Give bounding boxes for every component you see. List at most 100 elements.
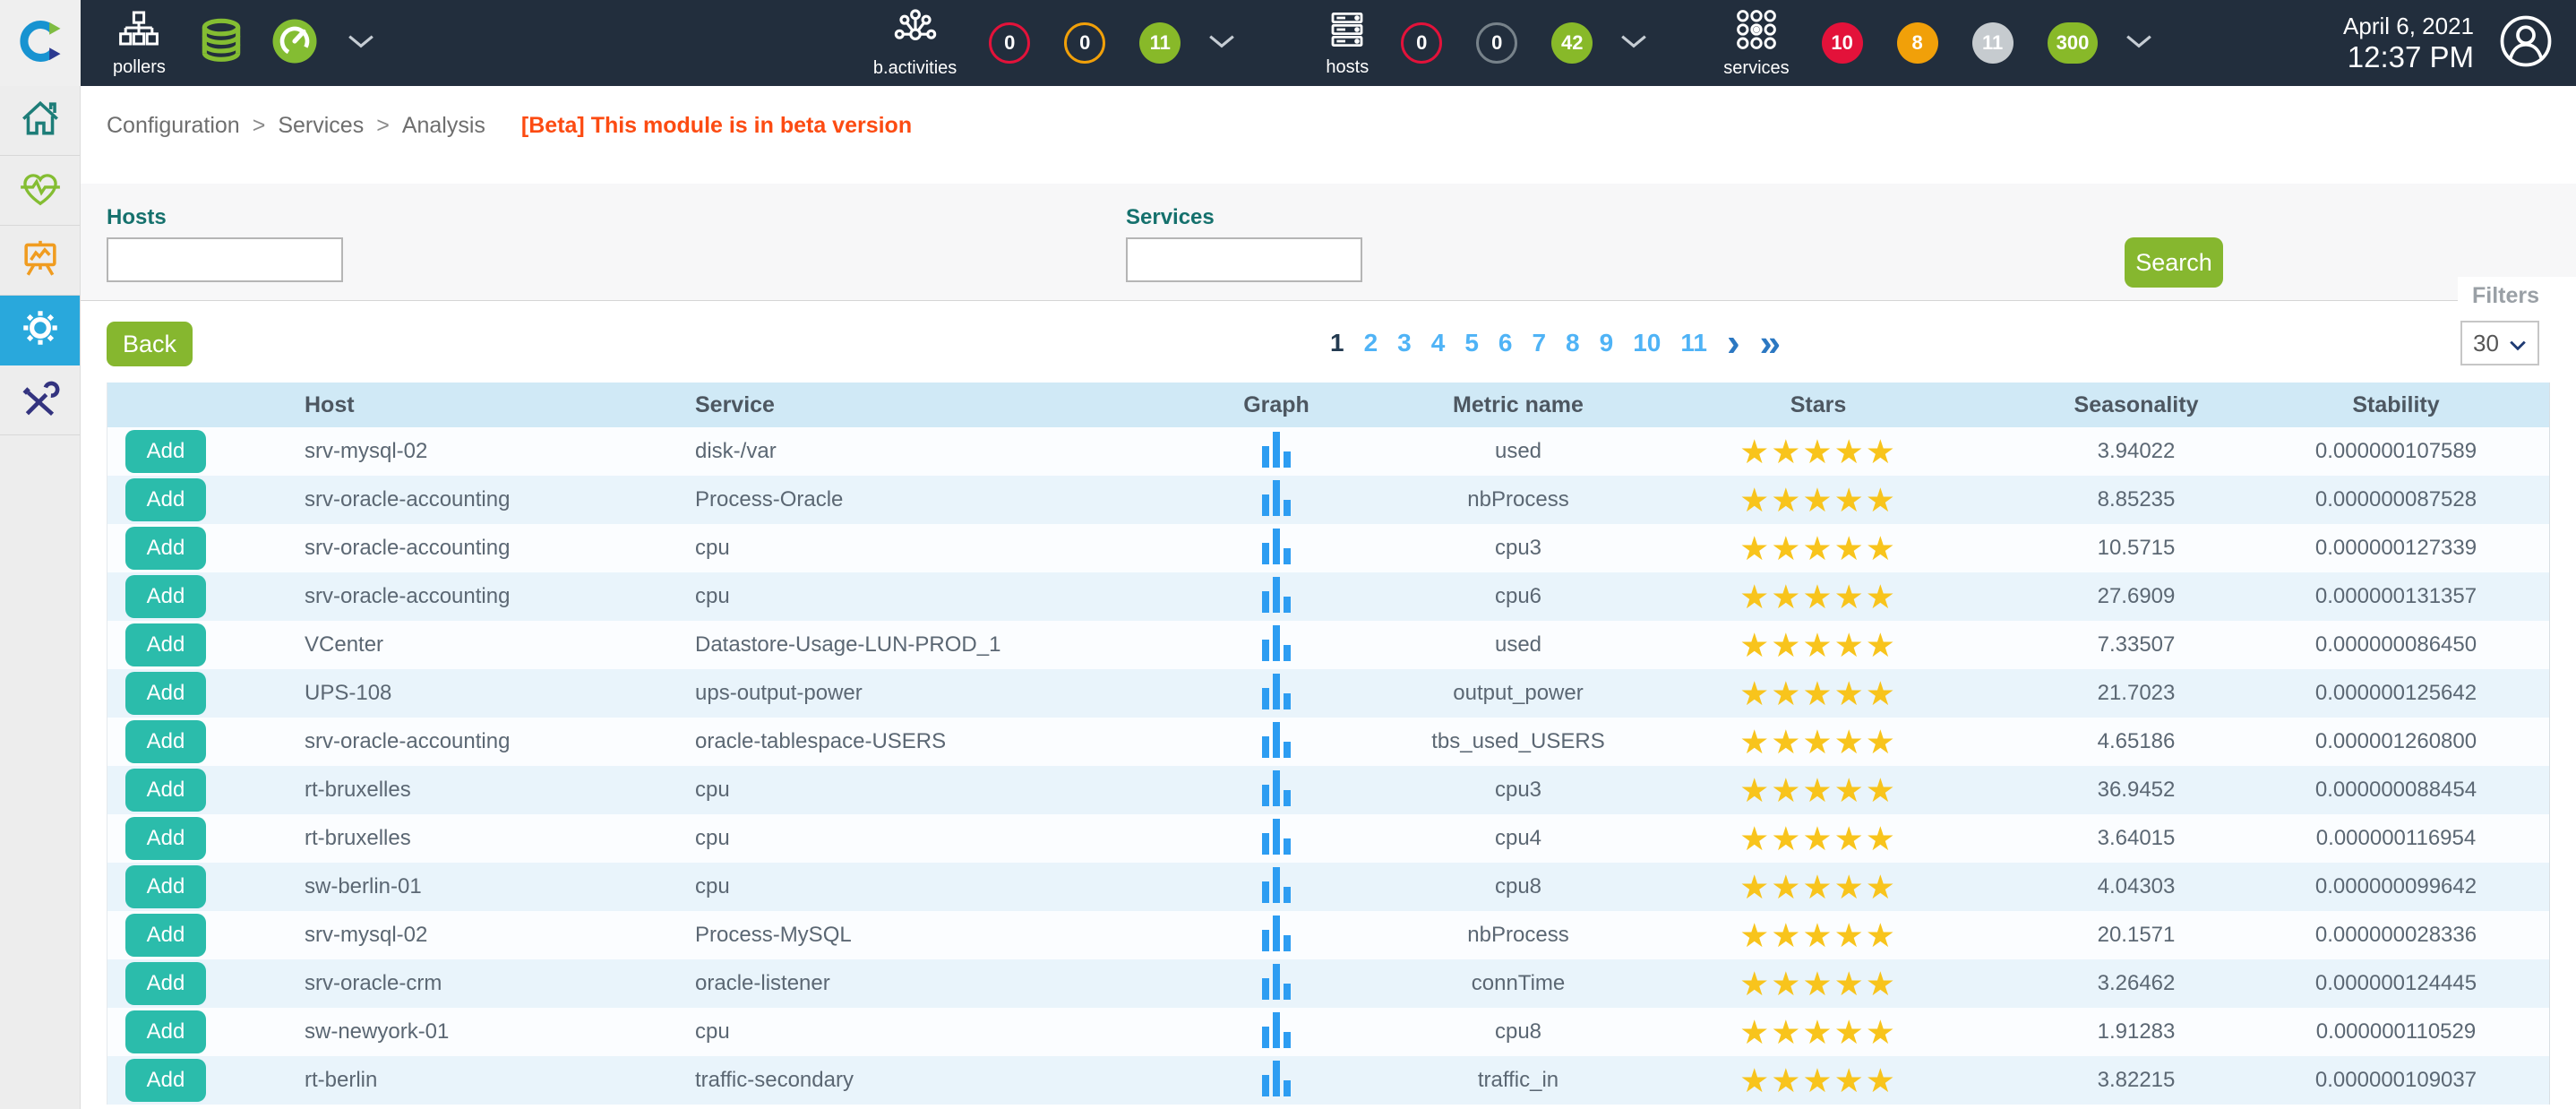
graph-bars-icon[interactable] — [1262, 478, 1291, 522]
service-cell: cpu — [645, 584, 1146, 609]
status-badge-outline-orange[interactable]: 0 — [1064, 22, 1105, 64]
graph-bars-icon[interactable] — [1262, 720, 1291, 764]
status-badge-outline-gray[interactable]: 0 — [1476, 22, 1517, 64]
hosts-chevron-down-icon[interactable] — [1619, 33, 1648, 54]
next-page-icon[interactable]: › — [1727, 325, 1740, 361]
graph-bars-icon[interactable] — [1262, 817, 1291, 861]
graph-bars-icon[interactable] — [1262, 527, 1291, 571]
graph-bars-icon[interactable] — [1262, 1059, 1291, 1103]
search-button[interactable]: Search — [2125, 237, 2223, 288]
page-link-5[interactable]: 5 — [1464, 329, 1479, 357]
poller-latency-gauge-icon[interactable] — [270, 16, 320, 71]
graph-bars-icon[interactable] — [1262, 865, 1291, 909]
topbar-pollers[interactable]: pollers — [113, 8, 166, 78]
add-button[interactable]: Add — [125, 865, 206, 908]
seasonality-cell: 3.82215 — [2006, 1068, 2266, 1093]
add-button[interactable]: Add — [125, 1059, 206, 1102]
page-link-8[interactable]: 8 — [1566, 329, 1580, 357]
add-button[interactable]: Add — [125, 1010, 206, 1053]
metric-cell: tbs_used_USERS — [1406, 729, 1630, 754]
centreon-logo[interactable] — [0, 0, 81, 86]
page-link-6[interactable]: 6 — [1498, 329, 1513, 357]
home-icon — [18, 96, 63, 145]
add-button[interactable]: Add — [125, 623, 206, 666]
page-link-4[interactable]: 4 — [1431, 329, 1446, 357]
back-button[interactable]: Back — [107, 322, 193, 366]
current-date: April 6, 2021 — [2343, 13, 2474, 40]
stability-cell: 0.000000028336 — [2266, 923, 2526, 948]
add-button[interactable]: Add — [125, 672, 206, 715]
page-link-9[interactable]: 9 — [1600, 329, 1614, 357]
breadcrumb-configuration[interactable]: Configuration — [107, 113, 240, 139]
add-button[interactable]: Add — [125, 817, 206, 860]
user-avatar-icon[interactable] — [2499, 14, 2553, 73]
sidebar-item-configuration[interactable] — [0, 296, 80, 365]
pollers-chevron-down-icon[interactable] — [347, 33, 375, 54]
last-page-icon[interactable]: » — [1760, 325, 1781, 361]
status-badge-fill-green[interactable]: 300 — [2048, 22, 2099, 64]
graph-bars-icon[interactable] — [1262, 575, 1291, 619]
poller-database-status-icon[interactable] — [196, 16, 246, 71]
sidebar-item-administration[interactable] — [0, 365, 80, 435]
filters-panel-tab[interactable]: Filters — [2458, 277, 2576, 314]
add-button[interactable]: Add — [125, 720, 206, 763]
add-button[interactable]: Add — [125, 914, 206, 957]
graph-cell — [1146, 1010, 1406, 1054]
stability-cell: 0.000001260800 — [2266, 729, 2526, 754]
page-link-10[interactable]: 10 — [1633, 329, 1661, 357]
sidebar-item-reporting[interactable] — [0, 226, 80, 296]
services-chevron-down-icon[interactable] — [2125, 33, 2153, 54]
centreon-logo-icon — [16, 17, 64, 70]
stability-cell: 0.000000125642 — [2266, 681, 2526, 706]
services-filter-input[interactable] — [1126, 237, 1362, 282]
seasonality-cell: 4.04303 — [2006, 874, 2266, 899]
status-badge-fill-gray[interactable]: 11 — [1972, 22, 2014, 64]
services-icon — [1734, 7, 1779, 56]
status-badge-fill-green[interactable]: 11 — [1139, 22, 1181, 64]
add-button[interactable]: Add — [125, 575, 206, 618]
stars-rating: ★★★★★ — [1630, 822, 2006, 855]
hosts-filter-input[interactable] — [107, 237, 343, 282]
graph-bars-icon[interactable] — [1262, 914, 1291, 958]
status-badge-fill-red[interactable]: 10 — [1822, 22, 1863, 64]
breadcrumb-services[interactable]: Services — [278, 113, 364, 139]
stars-rating: ★★★★★ — [1630, 871, 2006, 904]
graph-bars-icon[interactable] — [1262, 672, 1291, 716]
graph-bars-icon[interactable] — [1262, 1010, 1291, 1054]
page-link-7[interactable]: 7 — [1532, 329, 1546, 357]
page-size-select[interactable]: 30 — [2460, 321, 2539, 365]
breadcrumb-analysis[interactable]: Analysis — [402, 113, 485, 139]
status-badge-fill-green[interactable]: 42 — [1551, 22, 1593, 64]
graph-bars-icon[interactable] — [1262, 769, 1291, 812]
page-link-11[interactable]: 11 — [1680, 329, 1707, 357]
topbar-business-activities[interactable]: b.activities — [873, 7, 957, 79]
status-badge-outline-red[interactable]: 0 — [989, 22, 1030, 64]
business-activities-chevron-down-icon[interactable] — [1207, 33, 1236, 54]
graph-bars-icon[interactable] — [1262, 430, 1291, 474]
page-link-1[interactable]: 1 — [1330, 329, 1344, 357]
table-row: Add srv-oracle-accounting cpu cpu6 ★★★★★ — [107, 572, 2549, 621]
page-link-2[interactable]: 2 — [1364, 329, 1378, 357]
services-label: services — [1723, 58, 1789, 79]
status-badge-fill-orange[interactable]: 8 — [1897, 22, 1938, 64]
topbar-services[interactable]: services — [1723, 7, 1789, 79]
add-button[interactable]: Add — [125, 478, 206, 521]
graph-cell — [1146, 575, 1406, 619]
add-button[interactable]: Add — [125, 527, 206, 570]
column-header-graph: Graph — [1146, 392, 1406, 418]
graph-bars-icon[interactable] — [1262, 623, 1291, 667]
status-badge-outline-red[interactable]: 0 — [1401, 22, 1442, 64]
graph-cell — [1146, 914, 1406, 958]
graph-bars-icon[interactable] — [1262, 962, 1291, 1006]
add-button[interactable]: Add — [125, 769, 206, 812]
stars-rating: ★★★★★ — [1630, 1016, 2006, 1049]
add-button[interactable]: Add — [125, 430, 206, 473]
add-button[interactable]: Add — [125, 962, 206, 1005]
stars-rating: ★★★★★ — [1630, 677, 2006, 710]
topbar-hosts[interactable]: hosts — [1326, 8, 1369, 78]
graph-cell — [1146, 817, 1406, 861]
sidebar-item-home[interactable] — [0, 86, 80, 156]
page-link-3[interactable]: 3 — [1397, 329, 1412, 357]
table-row: Add rt-bruxelles cpu cpu3 ★★★★★ 36.9452 — [107, 766, 2549, 814]
sidebar-item-monitoring[interactable] — [0, 156, 80, 226]
